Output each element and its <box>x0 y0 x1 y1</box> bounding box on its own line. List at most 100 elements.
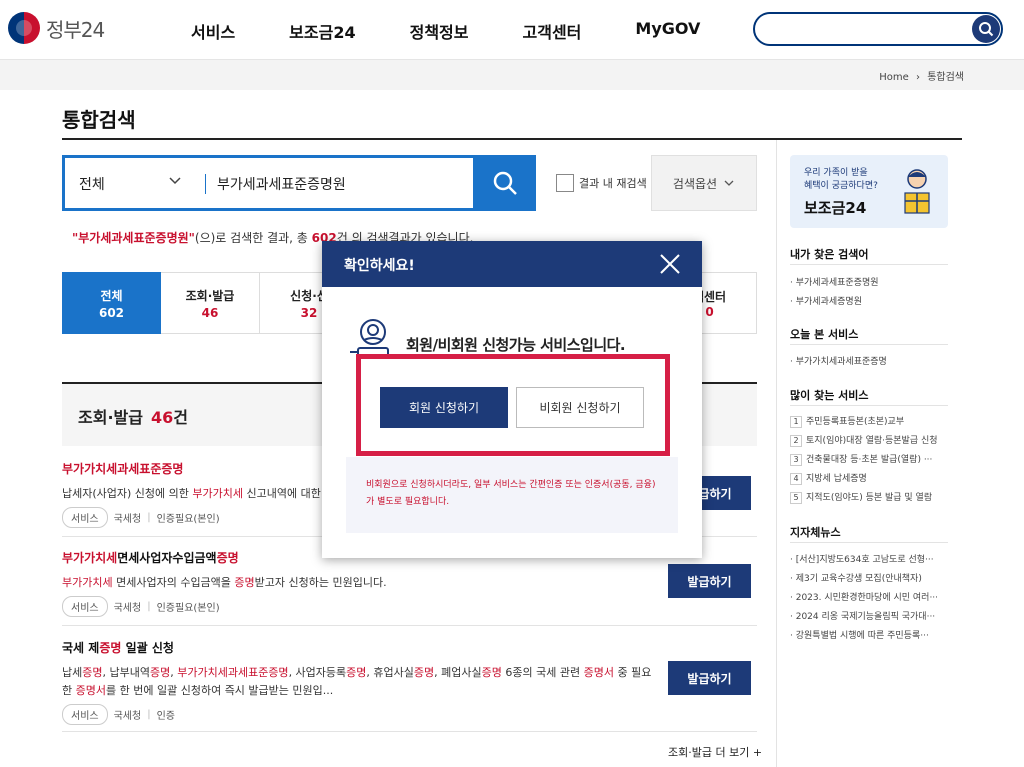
local-news-item[interactable]: · 강원특별법 시행에 따른 주민등록··· <box>790 628 950 641</box>
local-news-item[interactable]: · 2023. 시민환경한마당에 시민 여러··· <box>790 590 950 603</box>
result-divider <box>62 731 757 732</box>
rescan-label: 결과 내 재검색 <box>579 177 647 190</box>
banner-title: 보조금24 <box>804 199 867 217</box>
tab-count: 0 <box>705 304 714 319</box>
gov24-logo[interactable]: 정부24 <box>8 12 105 44</box>
modal-message: 회원/비회원 신청가능 서비스입니다. <box>406 336 626 354</box>
rescan-checkbox[interactable]: 결과 내 재검색 <box>556 174 647 192</box>
main-nav: 서비스 보조금24 정책정보 고객센터 MyGOV <box>191 19 754 43</box>
tag-pill: 서비스 <box>62 596 108 617</box>
nav-item-policy[interactable]: 정책정보 <box>410 19 469 43</box>
desc-part: 신고내역에 대한 <box>243 487 325 500</box>
title-divider <box>62 138 962 140</box>
desc-highlight: 증명 <box>481 666 502 679</box>
result-auth: 인증 <box>156 711 175 722</box>
summary-mid: (으)로 검색한 결과, 총 <box>194 231 312 245</box>
popular-service-item[interactable]: 4 지방세 납세증명 <box>790 471 950 485</box>
desc-part: , 사업자등록 <box>288 666 347 679</box>
banner-text: 우리 가족이 받을 혜택이 궁금하다면? <box>804 167 904 193</box>
local-news-item[interactable]: · [서산]지방도634호 고남도로 선형··· <box>790 552 950 565</box>
sidebar-rule <box>790 405 948 406</box>
checkbox-icon[interactable] <box>556 174 574 192</box>
nav-item-customer-center[interactable]: 고객센터 <box>523 19 582 43</box>
popular-service-item[interactable]: 3 건축물대장 등·초본 발급(열람) ··· <box>790 452 950 466</box>
desc-highlight: 증명 <box>234 576 255 589</box>
logo-text: 정부24 <box>46 17 105 42</box>
title-highlight: 증명 <box>216 551 239 565</box>
desc-part: 납세자(사업자) 신청에 의한 <box>62 487 193 500</box>
tab-label: 조회·발급 <box>185 288 235 303</box>
result-org: 국세청 <box>113 711 142 722</box>
nav-item-services[interactable]: 서비스 <box>191 19 235 43</box>
desc-highlight: 증명서 <box>75 684 106 697</box>
desc-part: 면세사업자의 수입금액을 <box>112 576 235 589</box>
breadcrumb: Home › 통합검색 <box>875 68 964 83</box>
page-title: 통합검색 <box>62 108 136 132</box>
result-desc: 납세증명, 납부내역증명, 부가가치세과세표준증명, 사업자등록증명, 휴업사실… <box>62 664 652 700</box>
my-searches-title: 내가 찾은 검색어 <box>790 248 869 261</box>
taegeuk-logo-icon <box>8 12 40 44</box>
title-part: 일괄 신청 <box>121 641 174 655</box>
popular-services-title: 많이 찾는 서비스 <box>790 389 869 402</box>
result-title-text: 부가가치세과세표준증명 <box>62 462 184 476</box>
breadcrumb-home[interactable]: Home <box>879 72 909 83</box>
search-options-button[interactable]: 검색옵션 <box>651 155 757 211</box>
section-count-unit: 건 <box>173 408 188 427</box>
member-apply-button[interactable]: 회원 신청하기 <box>380 387 508 428</box>
main-search-input[interactable]: 부가세과세표준증명원 <box>217 174 346 194</box>
chevron-down-icon <box>724 180 734 186</box>
header-search-button[interactable] <box>972 15 1000 43</box>
tab-count: 602 <box>98 305 125 320</box>
breadcrumb-separator: › <box>916 72 920 83</box>
close-icon[interactable] <box>658 252 682 276</box>
nav-item-subsidy24[interactable]: 보조금24 <box>289 19 355 43</box>
tab-lookup-issue[interactable]: 조회·발급 46 <box>161 272 260 334</box>
section-title-text: 조회·발급 <box>78 408 143 427</box>
banner-line: 혜택이 궁금하다면? <box>804 181 878 191</box>
result-item: 부가가치세면세사업자수입금액증명 부가가치세 면세사업자의 수입금액을 증명받고… <box>62 549 757 617</box>
today-viewed-item[interactable]: · 부가가치세과세표준증명 <box>790 354 950 367</box>
today-viewed-title: 오늘 본 서비스 <box>790 328 859 341</box>
desc-highlight: 증명서 <box>583 666 614 679</box>
desc-part: , 휴업사실 <box>366 666 414 679</box>
title-part: 국세 제 <box>62 641 100 655</box>
result-item: 국세 제증명 일괄 신청 납세증명, 납부내역증명, 부가가치세과세표준증명, … <box>62 639 757 725</box>
result-org: 국세청 <box>113 514 142 525</box>
result-divider <box>62 625 757 626</box>
top-header: 정부24 서비스 보조금24 정책정보 고객센터 MyGOV <box>0 0 1024 60</box>
modal-header: 확인하세요! <box>322 241 702 287</box>
result-org: 국세청 <box>113 603 142 614</box>
popular-service-item[interactable]: 1 주민등록표등본(초본)교부 <box>790 414 950 428</box>
sidebar-rule <box>790 542 948 543</box>
my-search-item[interactable]: · 부가세과세표준증명원 <box>790 275 950 288</box>
sidebar-rule <box>790 264 948 265</box>
local-news-item[interactable]: · 제3기 교육수강생 모집(안내책자) <box>790 571 950 584</box>
main-search-bar: 전체 부가세과세표준증명원 <box>62 155 536 211</box>
desc-part: , 폐업사실 <box>434 666 482 679</box>
main-search-button[interactable] <box>473 155 536 211</box>
search-scope-select[interactable]: 전체 <box>79 174 105 194</box>
section-title: 조회·발급 46건 <box>78 404 188 428</box>
more-lookup-issue-link[interactable]: 조회·발급 더 보기 + <box>668 744 762 760</box>
issue-button[interactable]: 발급하기 <box>668 661 751 695</box>
popular-service-item[interactable]: 2 토지(임야)대장 열람·등본발급 신청 <box>790 433 950 447</box>
tag-pill: 서비스 <box>62 507 108 528</box>
tab-all[interactable]: 전체 602 <box>62 272 161 334</box>
chevron-down-icon[interactable] <box>167 172 183 192</box>
person-with-gift-icon <box>904 169 930 214</box>
desc-part: 받고자 신청하는 민원입니다. <box>254 576 387 589</box>
confirm-modal: 확인하세요! 회원/비회원 신청가능 서비스입니다. 회원 신청하기 비회원 신… <box>322 241 702 558</box>
my-search-item[interactable]: · 부가세과세증명원 <box>790 294 950 307</box>
result-title[interactable]: 국세 제증명 일괄 신청 <box>62 639 757 656</box>
result-tabs: 전체 602 조회·발급 46 신청·신 32 <box>62 272 359 334</box>
header-search-input[interactable] <box>753 12 1003 46</box>
nonmember-apply-button[interactable]: 비회원 신청하기 <box>516 387 644 428</box>
tag-pill: 서비스 <box>62 704 108 725</box>
nav-item-mygov[interactable]: MyGOV <box>635 19 700 43</box>
search-options-label: 검색옵션 <box>672 176 718 191</box>
subsidy24-banner[interactable]: 우리 가족이 받을 혜택이 궁금하다면? 보조금24 <box>790 155 948 228</box>
popular-service-item[interactable]: 5 지적도(임야도) 등본 발급 및 열람 <box>790 490 950 504</box>
modal-title: 확인하세요! <box>344 258 415 274</box>
local-news-item[interactable]: · 2024 리옹 국제기능올림픽 국가대··· <box>790 609 950 622</box>
issue-button[interactable]: 발급하기 <box>668 564 751 598</box>
